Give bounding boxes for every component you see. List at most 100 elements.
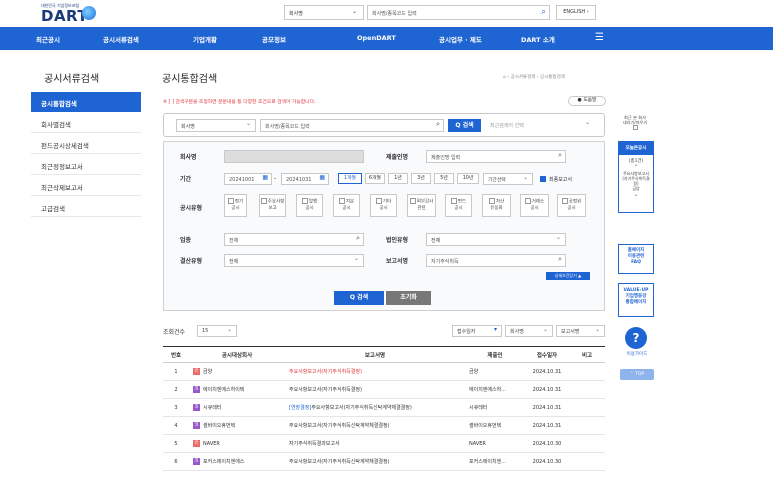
main-search-input[interactable]: 회사명/종목코드 입력 ⌕	[260, 119, 444, 132]
toggle-checkbox[interactable]	[632, 125, 638, 130]
top-search-input[interactable]: 회사명/종목코드 입력 ⌕	[367, 5, 550, 20]
dart-logo[interactable]: DART	[41, 7, 88, 25]
corp-type-select[interactable]: 전체 ⌄	[426, 233, 566, 246]
date-to-input[interactable]: 20241031 ▦	[281, 173, 329, 185]
sidebar-item-advanced[interactable]: 고급검색	[31, 197, 141, 217]
calendar-icon[interactable]: ▦	[262, 174, 268, 181]
period-10y-button[interactable]: 10년	[457, 173, 479, 184]
period-3y-button[interactable]: 3년	[411, 173, 431, 184]
period-5y-button[interactable]: 5년	[434, 173, 454, 184]
sort-company-select[interactable]: 회사명 ⌄	[505, 325, 553, 337]
type-checkbox[interactable]	[524, 198, 531, 204]
nav-doc-search[interactable]: 공시서류검색	[103, 34, 139, 44]
chevron-down-icon[interactable]: ⌄	[619, 191, 653, 198]
type-checkbox[interactable]	[450, 198, 457, 204]
search-icon[interactable]: ⌕	[558, 255, 562, 264]
today-viewed-item[interactable]: 주요사항보고서(자기주식취득결정) 금양	[619, 171, 653, 191]
type-checkbox[interactable]	[409, 198, 416, 204]
type-securitization[interactable]: 자산 유동화	[482, 194, 511, 217]
nav-recent[interactable]: 최근공시	[36, 34, 60, 44]
calendar-icon[interactable]: ▦	[319, 174, 325, 181]
company-link[interactable]: 셀바이오휴먼텍	[203, 423, 235, 429]
help-button[interactable]: ● 도움말	[568, 96, 606, 106]
final-report-checkbox[interactable]	[540, 176, 546, 182]
type-major[interactable]: 주요사항 보고	[259, 194, 286, 217]
col-date[interactable]: 접수일자	[525, 346, 569, 363]
table-row[interactable]: 5 유 NAVER 자기주식취득결과보고서 NAVER 2024.10.30	[163, 434, 605, 453]
sidebar-item-fund[interactable]: 펀드공시상세검색	[31, 134, 141, 154]
nav-company[interactable]: 기업개황	[193, 34, 217, 44]
col-company[interactable]: 공시대상회사	[189, 346, 285, 363]
submitter-input[interactable]: 제출인명 입력 ⌕	[426, 150, 566, 163]
filter-search-button[interactable]: Q 검색	[334, 291, 384, 305]
type-other[interactable]: 기타 공시	[370, 194, 397, 217]
company-link[interactable]: 시큐레터	[203, 405, 221, 411]
sidebar-item-integrated[interactable]: 공시통합검색	[31, 92, 141, 112]
company-input[interactable]	[224, 150, 364, 163]
top-search-type-select[interactable]: 회사명 ⌄	[284, 5, 364, 20]
period-6m-button[interactable]: 6개월	[365, 173, 385, 184]
industry-input[interactable]: 전체 ⌕	[224, 233, 364, 246]
type-checkbox[interactable]	[301, 198, 308, 204]
main-search-button[interactable]: Q 검색	[448, 119, 481, 132]
hamburger-menu-icon[interactable]: ☰	[595, 32, 604, 43]
col-submitter[interactable]: 제출인	[465, 346, 525, 363]
sidebar-item-corrected[interactable]: 최근정정보고서	[31, 155, 141, 175]
type-checkbox[interactable]	[561, 198, 568, 204]
guide-label[interactable]: 이용가이드	[620, 351, 654, 357]
report-link[interactable]: 주요사항보고서(자기주식취득신탁계약체결결정)	[289, 459, 390, 465]
search-icon[interactable]: ⌕	[542, 7, 546, 17]
type-checkbox[interactable]	[375, 198, 382, 204]
sort-date-select[interactable]: 접수일자 ▾	[452, 325, 502, 337]
table-row[interactable]: 3 코 시큐레터 [연장결정]주요사항보고서(자기주식취득신탁계약체결결정) 시큐레터 2…	[163, 398, 605, 417]
english-button[interactable]: ENGLISH ›	[556, 5, 596, 20]
report-link[interactable]: 주요사항보고서(자기주식취득결정)	[289, 369, 362, 375]
settlement-select[interactable]: 전체 ⌄	[224, 254, 364, 267]
type-fund[interactable]: 펀드 공시	[445, 194, 472, 217]
type-exchange[interactable]: 거래소 공시	[520, 194, 549, 217]
type-checkbox[interactable]	[338, 198, 345, 204]
report-link[interactable]: 주요사항보고서(자기주식취득신탁계약체결결정)	[289, 423, 390, 429]
type-checkbox[interactable]	[260, 198, 267, 204]
date-from-input[interactable]: 20241001 ▦	[224, 173, 272, 185]
company-link[interactable]: 금양	[203, 369, 212, 375]
company-link[interactable]: 포커스에이치엔에스	[203, 459, 244, 465]
report-name-input[interactable]: 자기주식취득 ⌕	[426, 254, 566, 267]
period-1y-button[interactable]: 1년	[388, 173, 408, 184]
type-checkbox[interactable]	[488, 198, 495, 204]
page-size-select[interactable]: 15 ⌄	[197, 325, 237, 337]
recent-company-toggle[interactable]: 최근 본 회사 내리기/띄우기	[620, 115, 650, 131]
sidebar-item-deleted[interactable]: 최근삭제보고서	[31, 176, 141, 196]
help-question-icon[interactable]: ?	[625, 327, 647, 349]
type-ftc[interactable]: 공정위 공시	[557, 194, 586, 217]
nav-system[interactable]: 공시업무 · 제도	[439, 34, 482, 44]
table-row[interactable]: 2 코 에이치엔에스하이텍 주요사항보고서(자기주식취득결정) 에이치엔에스하... 20…	[163, 380, 605, 399]
period-1m-button[interactable]: 1개월	[338, 173, 362, 184]
sidebar-item-company[interactable]: 회사별검색	[31, 113, 141, 133]
search-icon[interactable]: ⌕	[356, 234, 360, 243]
search-type-select[interactable]: 회사명 ⌄	[176, 119, 256, 132]
chevron-up-icon[interactable]: ⌃	[619, 164, 653, 171]
table-row[interactable]: 6 코 포커스에이치엔에스 주요사항보고서(자기주식취득신탁계약체결결정) 포커스에이치…	[163, 452, 605, 471]
recent-search-select[interactable]: 최근검색어 선택 ⌄	[486, 119, 594, 132]
report-link[interactable]: 주요사항보고서(자기주식취득결정)	[289, 387, 362, 393]
type-periodic[interactable]: 정기 공시	[224, 194, 247, 217]
company-link[interactable]: NAVER	[203, 441, 220, 447]
nav-about[interactable]: DART 소개	[521, 34, 555, 44]
table-row[interactable]: 4 코 셀바이오휴먼텍 주요사항보고서(자기주식취득신탁계약체결결정) 셀바이오휴먼텍 2…	[163, 416, 605, 435]
type-equity[interactable]: 지분 공시	[333, 194, 360, 217]
search-icon[interactable]: ⌕	[558, 151, 562, 160]
valueup-link[interactable]: VALUE-UP 기업행동강 통합페이지	[618, 283, 654, 317]
nav-opendart[interactable]: OpenDART	[357, 34, 396, 42]
sort-report-select[interactable]: 보고서명 ⌄	[556, 325, 605, 337]
table-row[interactable]: 1 유 금양 주요사항보고서(자기주식취득결정) 금양 2024.10.31	[163, 362, 605, 381]
company-link[interactable]: 에이치엔에스하이텍	[203, 387, 244, 393]
faq-link[interactable]: 홈페이지 이용관련 FAQ	[618, 244, 654, 274]
nav-offering[interactable]: 공모정보	[262, 34, 286, 44]
type-issuance[interactable]: 발행 공시	[296, 194, 323, 217]
back-to-top-button[interactable]: ⌃ TOP	[620, 369, 654, 380]
report-link[interactable]: 자기주식취득결과보고서	[289, 441, 340, 447]
type-checkbox[interactable]	[227, 198, 234, 204]
col-report[interactable]: 보고서명	[285, 346, 465, 363]
report-link[interactable]: [연장결정]주요사항보고서(자기주식취득신탁계약체결결정)	[289, 405, 412, 411]
